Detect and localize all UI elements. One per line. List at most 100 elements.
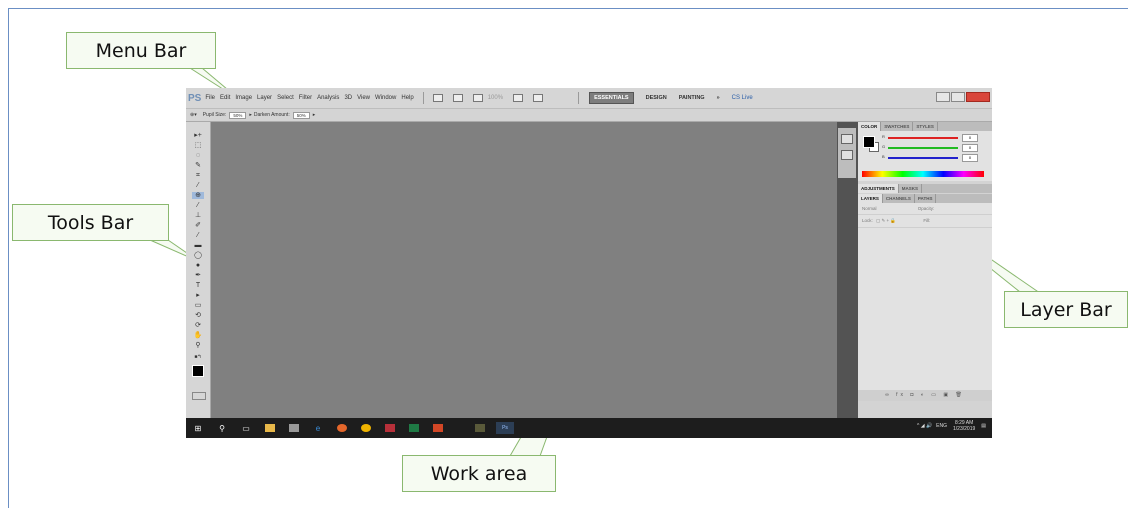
view-extras-icon[interactable] <box>472 94 483 102</box>
menu-image[interactable]: Image <box>235 95 252 101</box>
menu-edit[interactable]: Edit <box>220 95 230 101</box>
menu-view[interactable]: View <box>357 95 370 101</box>
tab-swatches[interactable]: SWATCHES <box>881 122 914 131</box>
minibridge-icon[interactable] <box>452 94 463 102</box>
clock-date: 1/23/2019 <box>953 426 976 432</box>
color-spectrum[interactable] <box>862 171 984 177</box>
more-workspaces-icon[interactable]: » <box>717 95 720 101</box>
powerpoint-icon[interactable] <box>430 422 446 434</box>
foreground-color-swatch[interactable] <box>192 365 204 377</box>
quick-mask-icon[interactable] <box>192 392 206 400</box>
layers-footer-icons[interactable]: ∞ fx ◘ ◐ ▭ ▣ 🗑 <box>858 390 992 401</box>
tab-styles[interactable]: STYLES <box>913 122 938 131</box>
menu-help[interactable]: Help <box>401 95 413 101</box>
menu-filter[interactable]: Filter <box>299 95 312 101</box>
darken-amount-input[interactable]: 50% <box>292 111 310 119</box>
menu-layer[interactable]: Layer <box>257 95 272 101</box>
layers-tabs: LAYERS CHANNELS PATHS <box>858 194 992 203</box>
firefox-icon[interactable] <box>334 422 350 434</box>
crop-tool-icon[interactable]: ⌗ <box>192 172 204 179</box>
workspace-essentials[interactable]: ESSENTIALS <box>589 92 634 104</box>
lock-icons[interactable]: ▢ ✎ + 🔒 <box>876 218 896 223</box>
actions-panel-icon[interactable] <box>841 150 853 160</box>
input-r[interactable]: 0 <box>962 134 978 142</box>
history-brush-tool-icon[interactable]: ✐ <box>192 222 204 229</box>
menu-select[interactable]: Select <box>277 95 294 101</box>
opacity-label: Opacity: <box>917 206 935 211</box>
work-area[interactable] <box>211 122 837 418</box>
language-indicator[interactable]: ENG <box>936 423 947 429</box>
move-tool-icon[interactable]: ▸+ <box>192 132 204 139</box>
access-icon[interactable] <box>382 422 398 434</box>
maximize-button[interactable] <box>951 92 965 102</box>
eraser-tool-icon[interactable]: ⁄ <box>192 232 204 239</box>
type-tool-icon[interactable]: T <box>192 282 204 289</box>
blur-tool-icon[interactable]: ◯ <box>192 252 204 259</box>
excel-icon[interactable] <box>406 422 422 434</box>
slider-g[interactable] <box>888 147 958 149</box>
red-eye-tool-icon[interactable]: ⊕▾ <box>190 112 197 118</box>
foreground-color-chip[interactable] <box>863 136 875 148</box>
3d-orbit-tool-icon[interactable]: ⟳ <box>192 322 204 329</box>
adjustments-tabs: ADJUSTMENTS MASKS <box>858 184 992 193</box>
lasso-tool-icon[interactable]: ◌ <box>192 152 204 159</box>
quick-select-tool-icon[interactable]: ✎ <box>192 162 204 169</box>
darken-stepper-icon[interactable]: ▸ <box>313 112 316 118</box>
tray-icons[interactable]: ^ ◢ 🔊 <box>917 423 932 429</box>
blend-mode-select[interactable]: Normal <box>862 206 877 211</box>
red-eye-tool-icon-active[interactable]: ⊕ <box>192 192 204 199</box>
arrange-icon[interactable] <box>513 94 524 102</box>
workspace-painting[interactable]: PAINTING <box>679 95 705 101</box>
input-b[interactable]: 0 <box>962 154 978 162</box>
chrome-icon[interactable] <box>358 422 374 434</box>
slider-b[interactable] <box>888 157 958 159</box>
file-explorer-icon[interactable] <box>262 422 278 434</box>
workspace-design[interactable]: DESIGN <box>646 95 667 101</box>
photoshop-taskbar-icon[interactable]: Ps <box>496 422 514 434</box>
cs-live[interactable]: CS Live <box>732 95 753 101</box>
tab-paths[interactable]: PATHS <box>915 194 937 203</box>
menu-window[interactable]: Window <box>375 95 396 101</box>
path-select-tool-icon[interactable]: ▸ <box>192 292 204 299</box>
brush-tool-icon[interactable]: ⁄ <box>192 202 204 209</box>
fill-label: Fill: <box>923 218 931 223</box>
gradient-tool-icon[interactable]: ▬ <box>192 242 204 249</box>
menu-file[interactable]: File <box>205 95 215 101</box>
calculator-icon[interactable] <box>286 422 302 434</box>
menu-3d[interactable]: 3D <box>344 95 352 101</box>
slider-r[interactable] <box>888 137 958 139</box>
edge-icon[interactable]: e <box>310 422 326 434</box>
menu-analysis[interactable]: Analysis <box>317 95 339 101</box>
swap-colors-icon[interactable]: ■↰ <box>192 354 204 361</box>
clock[interactable]: 8:29 AM 1/23/2019 <box>953 420 975 432</box>
search-icon[interactable]: ⚲ <box>214 422 230 434</box>
zoom-tool-icon[interactable]: ⚲ <box>192 342 204 349</box>
pen-tool-icon[interactable]: ✒ <box>192 272 204 279</box>
close-button[interactable] <box>966 92 990 102</box>
pupil-stepper-icon[interactable]: ▸ <box>249 112 252 118</box>
screen-mode-icon[interactable] <box>533 94 544 102</box>
dodge-tool-icon[interactable]: ● <box>192 262 204 269</box>
hand-tool-icon[interactable]: ✋ <box>192 332 204 339</box>
tab-channels[interactable]: CHANNELS <box>883 194 915 203</box>
tab-masks[interactable]: MASKS <box>899 184 923 193</box>
history-panel-icon[interactable] <box>841 134 853 144</box>
notifications-icon[interactable]: ▤ <box>981 423 986 429</box>
minimize-button[interactable] <box>936 92 950 102</box>
bridge-icon[interactable] <box>432 94 443 102</box>
tab-layers[interactable]: LAYERS <box>858 194 883 203</box>
zoom-level[interactable]: 100% <box>488 95 503 101</box>
3d-rotate-tool-icon[interactable]: ⟲ <box>192 312 204 319</box>
shape-tool-icon[interactable]: ▭ <box>192 302 204 309</box>
app-icon[interactable] <box>472 422 488 434</box>
tab-color[interactable]: COLOR <box>858 122 882 131</box>
start-icon[interactable]: ⊞ <box>190 422 206 434</box>
marquee-tool-icon[interactable]: ⬚ <box>192 142 204 149</box>
tab-adjustments[interactable]: ADJUSTMENTS <box>858 184 899 193</box>
input-g[interactable]: 0 <box>962 144 978 152</box>
photoshop-window: PS File Edit Image Layer Select Filter A… <box>186 88 992 438</box>
pupil-size-input[interactable]: 50% <box>229 111 247 119</box>
eyedropper-tool-icon[interactable]: ⁄ <box>192 182 204 189</box>
stamp-tool-icon[interactable]: ⊥ <box>192 212 204 219</box>
task-view-icon[interactable]: ▭ <box>238 422 254 434</box>
